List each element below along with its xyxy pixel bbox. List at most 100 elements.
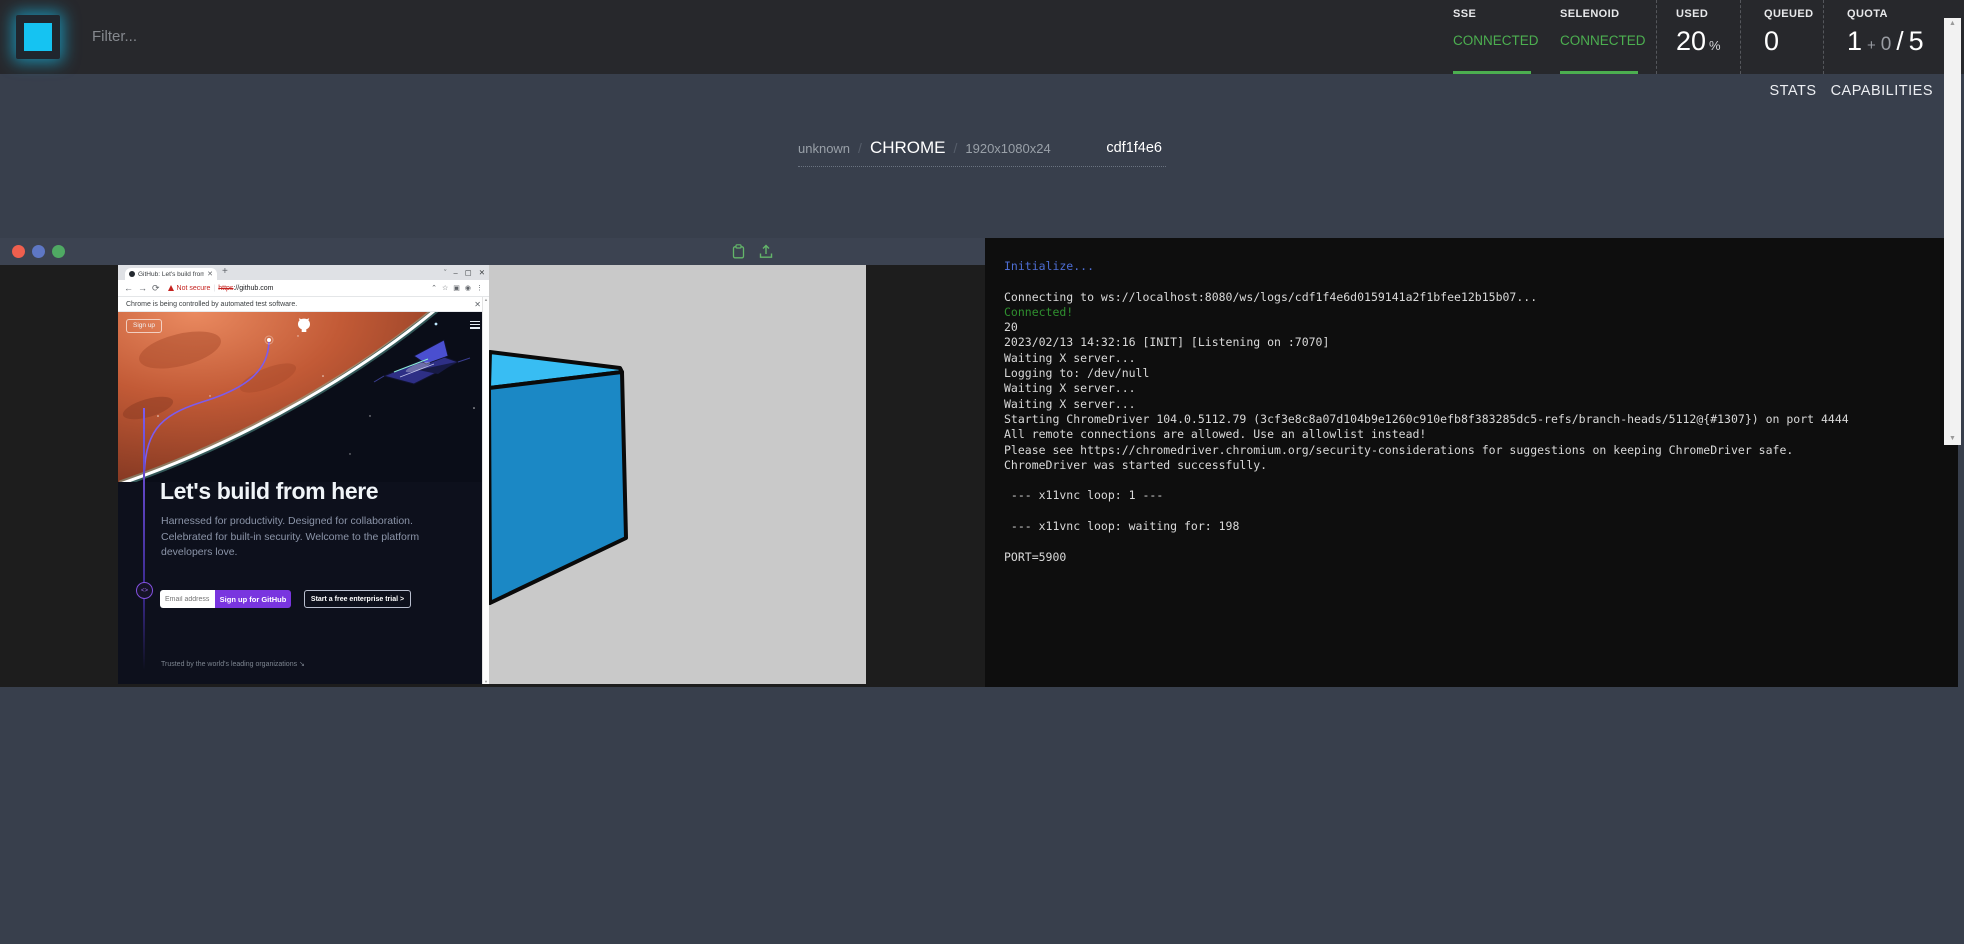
quota-slash: / [1896,26,1903,57]
enterprise-trial-button[interactable]: Start a free enterprise trial > [304,590,411,608]
log-line: Logging to: /dev/null [1004,366,1908,381]
quota-pending: 0 [1881,34,1892,56]
nav-stats-link[interactable]: STATS [1769,83,1816,99]
clipboard-icon[interactable] [732,244,745,259]
tab-title: GitHub: Let's build from he... [138,271,204,278]
github-cta-row: Sign up for GitHub Start a free enterpri… [160,590,411,608]
quota-plus: + [1867,37,1876,54]
log-line: Initialize... [1004,259,1908,274]
quota-total: 5 [1909,26,1924,57]
log-line [1004,473,1908,488]
minimize-window-button[interactable] [32,245,45,258]
vnc-header [0,238,985,265]
infobar-close-icon[interactable]: ✕ [474,300,481,309]
menu-dots-icon[interactable]: ⋮ [476,284,483,292]
remote-framebuffer[interactable]: GitHub: Let's build from he... ✕ + ˇ – ▢… [118,265,866,684]
used-unit: % [1709,38,1721,53]
vnc-panel: GitHub: Let's build from he... ✕ + ˇ – ▢… [0,238,985,687]
window-controls: ˇ – ▢ ✕ [444,265,485,280]
used-value: 20 [1676,26,1706,57]
log-scrollbar[interactable]: ▲ ▼ [1944,18,1961,445]
tabs-icon[interactable]: ▣ [453,284,460,292]
log-line: Connecting to ws://localhost:8080/ws/log… [1004,290,1908,305]
signup-for-github-button[interactable]: Sign up for GitHub [215,590,291,608]
url-divider: | [213,285,215,292]
session-row[interactable]: unknown / CHROME / 1920x1080x24 cdf1f4e6 [798,130,1166,167]
scroll-up-icon[interactable]: ▲ [1949,18,1956,30]
hamburger-menu-icon[interactable] [470,321,480,331]
log-line: --- x11vnc loop: 1 --- [1004,488,1908,503]
log-line: Starting ChromeDriver 104.0.5112.79 (3cf… [1004,412,1908,427]
address-bar[interactable]: Not secure | https://github.com [168,285,427,292]
upload-icon[interactable] [759,244,773,259]
warning-icon [168,285,174,291]
session-id: cdf1f4e6 [1106,140,1166,156]
used-label: USED [1676,8,1740,20]
vnc-screen[interactable]: GitHub: Let's build from he... ✕ + ˇ – ▢… [0,265,985,687]
sse-label: SSE [1453,8,1550,20]
share-icon[interactable]: ⌃ [431,284,437,292]
session-browser: CHROME [870,138,946,158]
back-icon[interactable]: ← [124,283,133,293]
log-line: Waiting X server... [1004,381,1908,396]
page-url: https://github.com [218,285,273,292]
forward-icon[interactable]: → [138,283,147,293]
fullscreen-window-button[interactable] [52,245,65,258]
https-struck: https [218,285,233,292]
sse-value: CONNECTED [1453,33,1550,48]
cube-drawing [489,265,866,684]
browser-toolbar: ← → ⟳ Not secure | https://github.com ⌃ … [118,280,489,297]
quota-metric: QUOTA 1 + 0 / 5 [1823,0,1964,74]
log-line: Waiting X server... [1004,397,1908,412]
browser-tab[interactable]: GitHub: Let's build from he... ✕ [125,268,217,280]
app-logo[interactable] [16,15,60,59]
queued-metric: QUEUED 0 [1740,0,1823,74]
log-line: PORT=5900 [1004,550,1908,565]
automation-infobar: Chrome is being controlled by automated … [118,297,489,312]
separator: / [954,140,958,156]
scroll-up-icon[interactable]: ▲ [484,297,488,302]
browser-scrollbar[interactable]: ▲ ▼ [482,297,489,684]
email-field[interactable] [160,590,215,608]
used-metric: USED 20 % [1656,0,1740,74]
selenoid-status: SELENOID CONNECTED [1550,0,1656,74]
vnc-actions [732,244,973,259]
new-tab-button[interactable]: + [222,266,228,277]
tab-close-icon[interactable]: ✕ [207,270,213,278]
close-icon[interactable]: ✕ [479,268,485,277]
remote-desktop [489,265,866,684]
log-line [1004,504,1908,519]
log-line: --- x11vnc loop: waiting for: 198 [1004,519,1908,534]
maximize-icon[interactable]: ▢ [465,268,472,277]
not-secure-label: Not secure [177,285,211,292]
log-line: Waiting X server... [1004,351,1908,366]
status-area: SSE CONNECTED SELENOID CONNECTED USED 20… [1443,0,1964,74]
close-window-button[interactable] [12,245,25,258]
star-icon[interactable]: ☆ [442,284,448,292]
toolbar-icons: ⌃ ☆ ▣ ◉ ⋮ [431,284,483,292]
tab-strip: GitHub: Let's build from he... ✕ + ˇ – ▢… [118,265,489,280]
code-icon: <> [136,582,153,599]
session-resolution: 1920x1080x24 [965,141,1050,156]
profile-icon[interactable]: ◉ [465,284,471,292]
nav-bar: STATS CAPABILITIES [0,74,1964,108]
decorative-line [143,408,145,670]
chevron-down-icon[interactable]: ˇ [444,268,447,277]
scroll-down-icon[interactable]: ▼ [484,679,488,684]
log-line: Connected! [1004,305,1908,320]
reload-icon[interactable]: ⟳ [152,283,160,294]
log-line: Please see https://chromedriver.chromium… [1004,443,1908,458]
github-logo-icon[interactable] [296,317,312,333]
minimize-icon[interactable]: – [453,268,457,277]
selenoid-label: SELENOID [1560,8,1656,20]
github-page: Sign up Let's build from here Harnessed … [118,312,489,684]
log-line: All remote connections are allowed. Use … [1004,427,1908,442]
filter-input[interactable] [92,18,472,54]
github-hero-illustration [118,312,489,482]
scroll-down-icon[interactable]: ▼ [1949,433,1956,445]
log-line [1004,534,1908,549]
sse-status: SSE CONNECTED [1443,0,1550,74]
log-line: 20 [1004,320,1908,335]
github-signup-button[interactable]: Sign up [126,319,162,333]
nav-capabilities-link[interactable]: CAPABILITIES [1831,83,1933,99]
